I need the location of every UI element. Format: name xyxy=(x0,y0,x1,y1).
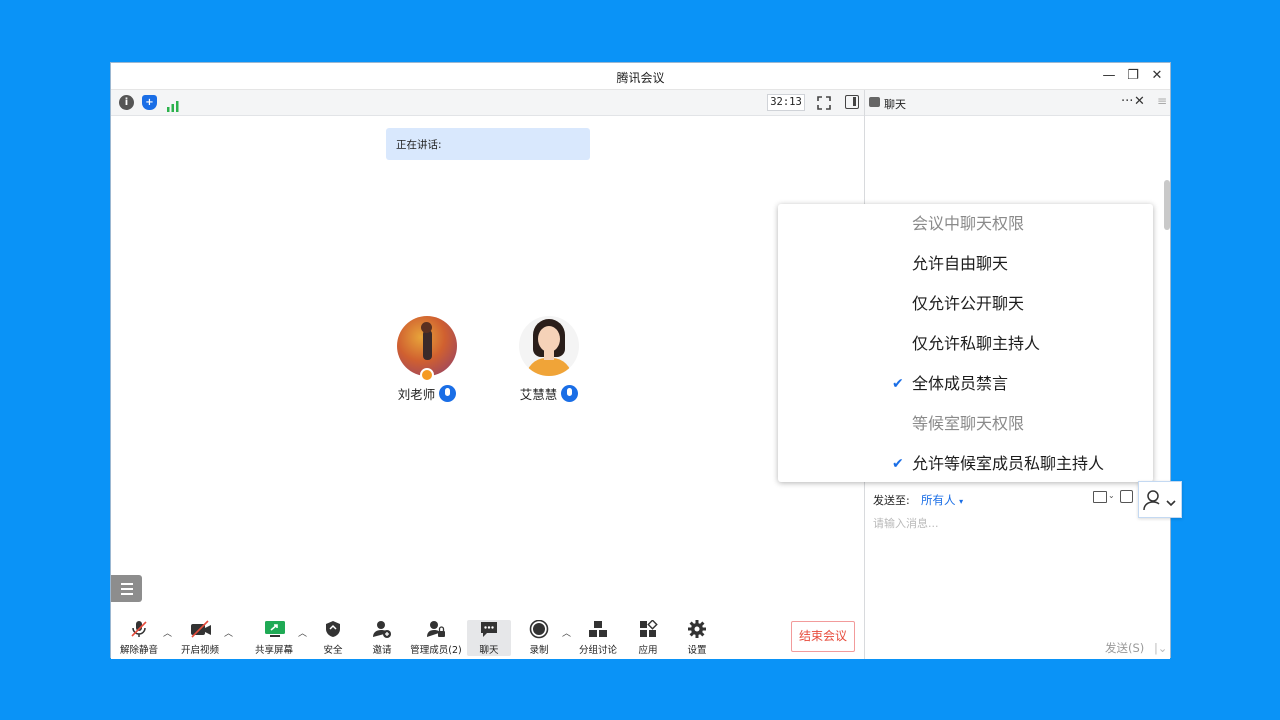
shield-icon[interactable]: + xyxy=(142,95,157,110)
mic-muted-icon xyxy=(129,620,149,638)
chat-title: 聊天 xyxy=(884,98,906,111)
chat-permission-button[interactable] xyxy=(1138,481,1182,518)
breakout-icon xyxy=(588,620,608,638)
security-shield-icon xyxy=(323,620,343,638)
close-button[interactable]: ✕ xyxy=(1145,66,1169,86)
start-video-button[interactable]: 开启视频 xyxy=(174,620,226,656)
share-options-chevron-icon[interactable]: ︿ xyxy=(298,626,307,639)
breakout-rooms-button[interactable]: 分组讨论 xyxy=(572,620,624,656)
restore-button[interactable]: ❐ xyxy=(1121,66,1145,86)
meeting-info-bar: i + 32:13 xyxy=(111,90,864,116)
settings-button[interactable]: 设置 xyxy=(671,620,723,656)
folder-options-chevron-icon[interactable]: ⌄ xyxy=(1108,491,1115,500)
window-title: 腾讯会议 xyxy=(616,71,665,85)
title-bar: 腾讯会议 — ❐ ✕ xyxy=(111,63,1170,90)
video-options-chevron-icon[interactable]: ︿ xyxy=(224,626,233,639)
minimize-button[interactable]: — xyxy=(1097,66,1121,86)
send-to-dropdown[interactable]: 所有人 ▾ xyxy=(921,492,963,508)
check-icon: ✔ xyxy=(892,376,904,392)
signal-icon[interactable] xyxy=(166,97,180,112)
participant-name: 刘老师 xyxy=(397,387,436,402)
menu-item-free-chat[interactable]: 允许自由聊天 xyxy=(778,244,1153,284)
more-options-icon[interactable]: ··· xyxy=(1121,94,1133,109)
gear-icon xyxy=(687,620,707,638)
check-icon: ✔ xyxy=(892,456,904,472)
chat-button[interactable]: 聊天 xyxy=(467,620,511,656)
menu-item-mute-all[interactable]: ✔ 全体成员禁言 xyxy=(778,364,1153,404)
send-button[interactable]: 发送(S) |⌄ xyxy=(1105,640,1167,656)
participant-name: 艾慧慧 xyxy=(519,387,558,402)
menu-item-private-host-only[interactable]: 仅允许私聊主持人 xyxy=(778,324,1153,364)
audio-options-chevron-icon[interactable]: ︿ xyxy=(163,626,172,639)
security-button[interactable]: 安全 xyxy=(307,620,359,656)
members-lock-icon xyxy=(426,620,446,638)
speaking-indicator: 正在讲话: xyxy=(386,128,590,160)
record-options-chevron-icon[interactable]: ︿ xyxy=(562,626,571,639)
chat-icon xyxy=(479,620,499,638)
record-icon xyxy=(529,619,549,639)
invite-icon xyxy=(372,620,392,638)
meeting-timer: 32:13 xyxy=(767,94,805,111)
chat-header-icon xyxy=(869,97,880,107)
chat-scrollbar[interactable] xyxy=(1164,180,1170,230)
host-badge-icon xyxy=(420,368,434,382)
info-icon[interactable]: i xyxy=(119,95,134,110)
member-list-toggle-button[interactable] xyxy=(111,575,142,602)
message-input[interactable]: 请输入消息... xyxy=(873,515,939,531)
chat-permission-menu: 会议中聊天权限 允许自由聊天 仅允许公开聊天 仅允许私聊主持人 ✔ 全体成员禁言 … xyxy=(778,204,1153,482)
share-screen-button[interactable]: 共享屏幕 xyxy=(248,620,300,656)
mic-icon xyxy=(561,385,579,402)
chat-menu-icon[interactable]: ≡ xyxy=(1157,94,1167,108)
folder-icon[interactable] xyxy=(1093,491,1107,503)
send-to-label: 发送至: xyxy=(873,494,910,507)
meeting-toolbar: 解除静音 ︿ 开启视频 ︿ 共享屏幕 ︿ 安全 邀请 管理成员(2) 聊天 录制… xyxy=(111,616,864,659)
record-button[interactable]: 录制 xyxy=(513,619,565,656)
apps-icon xyxy=(638,619,658,638)
mic-icon xyxy=(439,385,457,402)
chat-close-icon[interactable]: ✕ xyxy=(1134,94,1145,109)
unmute-button[interactable]: 解除静音 xyxy=(113,620,165,656)
apps-button[interactable]: 应用 xyxy=(622,619,674,656)
avatar xyxy=(519,316,579,376)
menu-header-meeting-chat: 会议中聊天权限 xyxy=(912,214,1025,233)
video-area: 正在讲话: 刘老师 艾慧慧 解除静音 ︿ 开启视频 ︿ 共享屏幕 ︿ 安全 邀请… xyxy=(111,116,864,659)
participant-tile[interactable]: 艾慧慧 xyxy=(494,316,604,403)
participant-tile[interactable]: 刘老师 xyxy=(372,316,482,403)
menu-item-waiting-room-private-host[interactable]: ✔ 允许等候室成员私聊主持人 xyxy=(778,444,1153,484)
screenshot-icon[interactable] xyxy=(1120,490,1133,503)
chat-header: 聊天 ··· ✕ ≡ xyxy=(865,90,1170,116)
camera-off-icon xyxy=(190,620,211,638)
layout-icon[interactable] xyxy=(845,95,859,109)
manage-members-button[interactable]: 管理成员(2) xyxy=(410,620,462,656)
avatar xyxy=(397,316,457,376)
end-meeting-button[interactable]: 结束会议 xyxy=(791,621,855,652)
menu-header-waiting-room: 等候室聊天权限 xyxy=(912,414,1025,433)
menu-item-public-only[interactable]: 仅允许公开聊天 xyxy=(778,284,1153,324)
user-settings-icon xyxy=(1143,490,1176,511)
share-screen-icon xyxy=(264,620,285,638)
fullscreen-icon[interactable] xyxy=(817,95,831,110)
invite-button[interactable]: 邀请 xyxy=(356,620,408,656)
